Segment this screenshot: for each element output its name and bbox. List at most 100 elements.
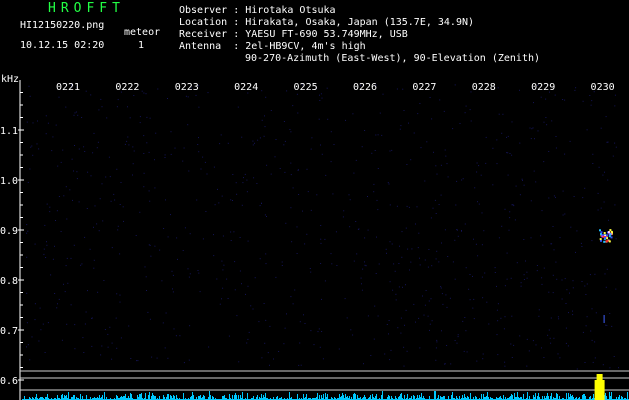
noise-pixel — [602, 174, 604, 176]
noise-pixel — [283, 121, 285, 122]
noise-pixel — [32, 122, 34, 124]
noise-pixel — [446, 306, 448, 308]
noise-pixel — [413, 132, 415, 134]
noise-pixel — [117, 225, 119, 227]
baseline-spike — [253, 396, 254, 400]
noise-pixel — [114, 199, 116, 201]
noise-pixel — [219, 303, 221, 305]
noise-pixel — [111, 358, 113, 360]
noise-pixel — [67, 282, 69, 284]
noise-pixel — [435, 165, 437, 167]
noise-pixel — [408, 206, 410, 208]
baseline-spike — [452, 392, 453, 400]
noise-pixel — [465, 330, 467, 332]
noise-pixel — [71, 158, 73, 160]
noise-pixel — [187, 96, 189, 98]
noise-pixel — [116, 168, 118, 170]
noise-pixel — [45, 115, 47, 117]
noise-pixel — [62, 149, 64, 151]
noise-pixel — [321, 153, 323, 155]
baseline-spike — [153, 395, 154, 400]
noise-pixel — [204, 161, 206, 163]
noise-pixel — [50, 274, 52, 276]
baseline-spike — [546, 396, 547, 400]
noise-pixel — [92, 152, 94, 154]
noise-pixel — [101, 183, 103, 185]
noise-pixel — [78, 148, 80, 150]
baseline-spike — [464, 394, 465, 400]
noise-pixel — [123, 220, 124, 222]
noise-pixel — [390, 349, 392, 351]
noise-pixel — [116, 106, 118, 108]
noise-pixel — [445, 155, 447, 157]
noise-pixel — [151, 356, 153, 358]
noise-pixel — [70, 257, 72, 259]
noise-pixel — [441, 330, 442, 332]
noise-pixel — [444, 229, 446, 231]
noise-pixel — [205, 211, 207, 212]
noise-pixel — [591, 240, 593, 242]
baseline-spike — [130, 393, 131, 400]
baseline-spike — [140, 394, 141, 400]
baseline-spike — [619, 395, 620, 400]
noise-pixel — [338, 348, 340, 350]
noise-pixel — [89, 248, 91, 250]
noise-pixel — [435, 258, 437, 260]
noise-pixel — [297, 169, 299, 171]
baseline-spike — [199, 396, 200, 400]
noise-pixel — [519, 194, 521, 196]
baseline-spike — [339, 394, 340, 400]
noise-pixel — [575, 251, 576, 253]
noise-pixel — [591, 308, 593, 310]
noise-pixel — [614, 105, 616, 107]
noise-pixel — [523, 239, 525, 240]
baseline-spike — [104, 392, 105, 400]
noise-pixel — [40, 329, 42, 331]
noise-pixel — [250, 305, 252, 307]
noise-pixel — [157, 88, 159, 90]
noise-pixel — [424, 180, 426, 182]
noise-pixel — [580, 242, 582, 244]
noise-pixel — [568, 312, 569, 314]
noise-pixel — [227, 298, 229, 299]
noise-pixel — [111, 247, 113, 249]
noise-pixel — [66, 323, 68, 325]
baseline-spike — [571, 396, 572, 400]
baseline-spike — [141, 393, 142, 400]
baseline-spike — [510, 396, 511, 400]
noise-pixel — [44, 224, 46, 226]
noise-pixel — [515, 185, 517, 187]
noise-pixel — [252, 308, 254, 310]
noise-pixel — [420, 147, 422, 149]
noise-pixel — [402, 88, 404, 90]
y-axis-label: kHz — [1, 74, 19, 85]
noise-pixel — [154, 187, 156, 189]
baseline-spike — [36, 394, 37, 400]
baseline-spike — [407, 394, 408, 400]
noise-pixel — [270, 173, 272, 175]
noise-pixel — [128, 325, 130, 327]
noise-pixel — [261, 90, 263, 92]
noise-pixel — [219, 143, 221, 145]
noise-pixel — [611, 325, 613, 327]
noise-pixel — [594, 357, 596, 359]
noise-pixel — [548, 329, 550, 331]
baseline-spike — [627, 392, 628, 400]
noise-pixel — [531, 128, 533, 130]
baseline-spike — [212, 396, 213, 400]
baseline-spike — [537, 396, 538, 400]
noise-pixel — [558, 318, 560, 320]
noise-pixel — [32, 154, 34, 156]
noise-pixel — [145, 93, 147, 95]
noise-pixel — [61, 339, 63, 341]
noise-pixel — [326, 87, 328, 89]
noise-pixel — [561, 279, 563, 281]
noise-pixel — [101, 345, 103, 347]
noise-pixel — [29, 168, 31, 170]
baseline-spike — [429, 396, 430, 400]
noise-pixel — [202, 238, 204, 240]
noise-pixel — [375, 134, 377, 136]
noise-pixel — [149, 318, 151, 320]
baseline-spike — [370, 395, 371, 400]
noise-pixel — [431, 118, 433, 120]
